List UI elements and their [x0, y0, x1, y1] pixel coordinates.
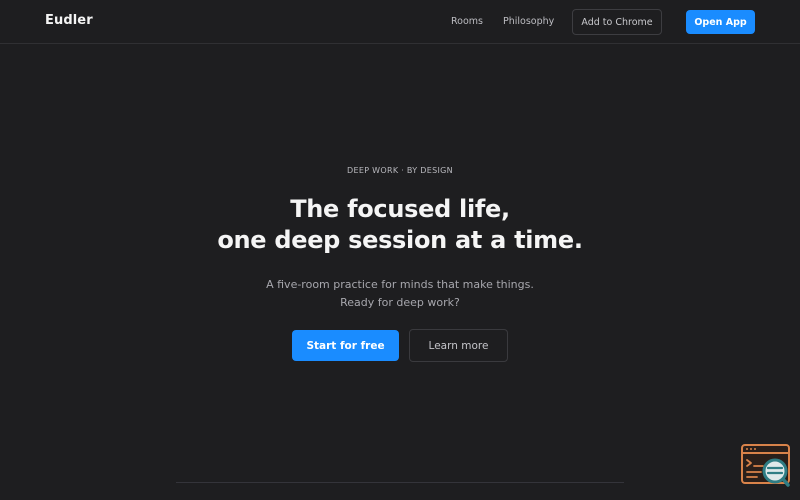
add-to-chrome-button[interactable]: Add to Chrome	[572, 9, 662, 35]
top-navbar: Eudler Rooms Philosophy Add to Chrome Op…	[0, 0, 800, 44]
hero-eyebrow: DEEP WORK · BY DESIGN	[347, 166, 453, 175]
section-divider	[176, 482, 624, 483]
open-app-button[interactable]: Open App	[686, 10, 755, 34]
landing-page: Eudler Rooms Philosophy Add to Chrome Op…	[0, 0, 800, 500]
start-for-free-button[interactable]: Start for free	[292, 330, 399, 361]
subtitle-line-1: A five-room practice for minds that make…	[266, 278, 534, 291]
subtitle-line-2: Ready for deep work?	[340, 296, 460, 309]
headline-line-2: one deep session at a time.	[217, 226, 583, 254]
nav-link-philosophy[interactable]: Philosophy	[503, 16, 554, 27]
headline-line-1: The focused life,	[290, 195, 510, 223]
browser-search-icon[interactable]	[741, 444, 791, 488]
learn-more-button[interactable]: Learn more	[409, 329, 508, 362]
hero-subtitle: A five-room practice for minds that make…	[0, 276, 800, 312]
hero-headline: The focused life, one deep session at a …	[0, 194, 800, 256]
nav-link-rooms[interactable]: Rooms	[451, 16, 483, 27]
brand-logo[interactable]: Eudler	[45, 13, 93, 28]
